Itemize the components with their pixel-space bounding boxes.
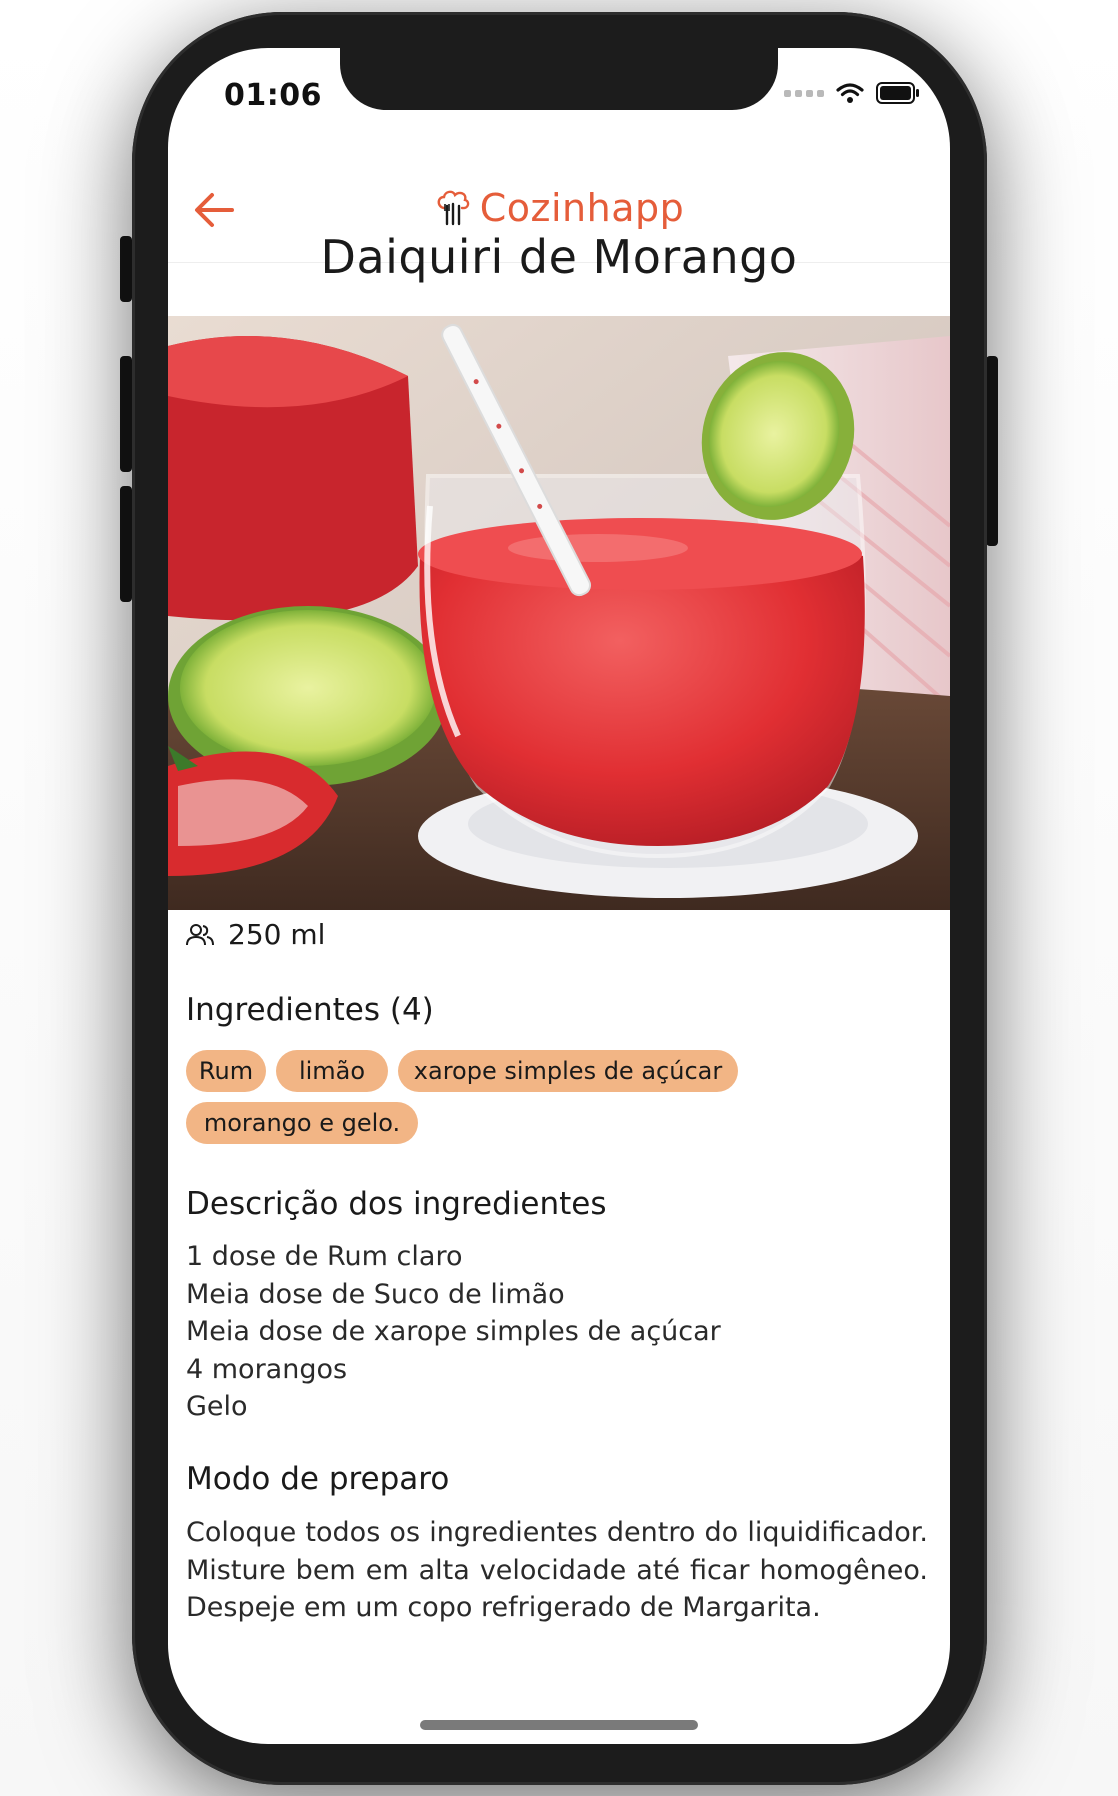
people-icon xyxy=(186,923,214,945)
chef-hat-utensils-icon xyxy=(437,190,470,226)
background: 01:06 Cozinhapp Daiquiri de Morango 250 … xyxy=(0,0,1118,1796)
list-item: 1 dose de Rum claro xyxy=(186,1241,463,1272)
list-item: Meia dose de Suco de limão xyxy=(186,1278,565,1310)
ingredients-title: Ingredientes (4) xyxy=(186,992,434,1028)
recipe-photo xyxy=(168,316,950,910)
ingredient-tag[interactable]: Rum xyxy=(186,1050,266,1092)
serving-info: 250 ml xyxy=(186,918,325,951)
status-icons xyxy=(784,82,920,104)
preparation-text: Coloque todos os ingredientes dentro do … xyxy=(186,1517,928,1623)
description-title: Descrição dos ingredientes xyxy=(186,1186,607,1222)
status-time: 01:06 xyxy=(224,78,322,113)
silent-switch xyxy=(120,236,132,302)
home-indicator[interactable] xyxy=(420,1720,698,1730)
ingredient-tag[interactable]: morango e gelo. xyxy=(186,1102,418,1144)
list-item: Gelo xyxy=(186,1391,248,1422)
preparation-title: Modo de preparo xyxy=(186,1461,450,1497)
description-list: 1 dose de Rum claro Meia dose de Suco de… xyxy=(186,1238,721,1426)
app-brand: Cozinhapp xyxy=(169,186,950,230)
wifi-icon xyxy=(836,83,864,103)
serving-size: 250 ml xyxy=(228,918,326,951)
ingredient-tag[interactable]: limão xyxy=(276,1050,388,1092)
recipe-title: Daiquiri de Morango xyxy=(320,230,798,284)
cellular-signal-icon xyxy=(784,89,824,97)
notch xyxy=(340,48,778,110)
strawberry-daiquiri-image xyxy=(168,316,950,910)
phone-screen: 01:06 Cozinhapp Daiquiri de Morango 250 … xyxy=(168,48,950,1744)
power-button xyxy=(986,356,998,546)
list-item: Meia dose de xarope simples de açúcar xyxy=(186,1316,721,1347)
list-item: 4 morangos xyxy=(186,1353,348,1385)
volume-down-button xyxy=(120,486,132,602)
ingredient-tag[interactable]: xarope simples de açúcar xyxy=(398,1050,738,1092)
app-name: Cozinhapp xyxy=(479,186,685,230)
battery-icon xyxy=(876,82,919,104)
volume-up-button xyxy=(120,356,132,472)
